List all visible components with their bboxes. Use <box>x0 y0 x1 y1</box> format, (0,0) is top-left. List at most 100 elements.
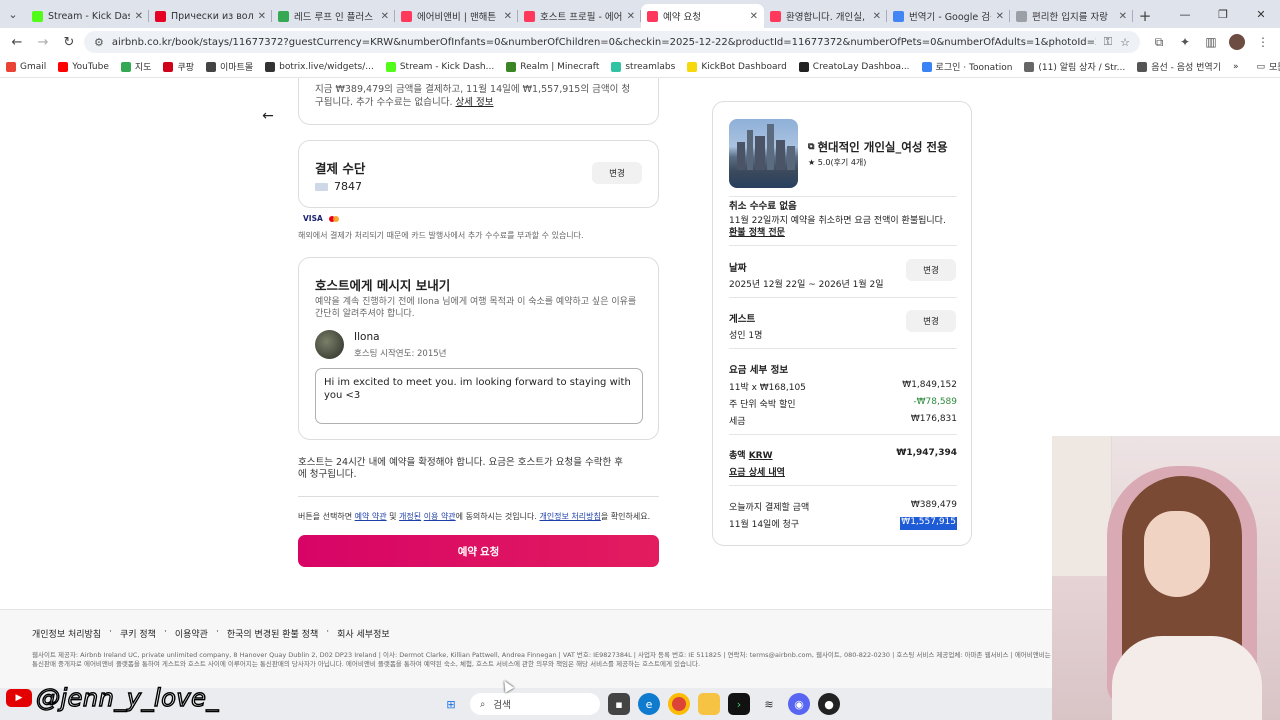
tab-close-icon[interactable]: ✕ <box>135 11 143 22</box>
bookmark-item[interactable]: streamlabs <box>611 60 675 73</box>
tab-close-icon[interactable]: ✕ <box>381 11 389 22</box>
message-host-title: 호스트에게 메시지 보내기 <box>315 278 451 293</box>
bookmark-item[interactable]: Stream - Kick Dash... <box>385 60 494 73</box>
edge-icon[interactable]: e <box>638 693 660 715</box>
request-to-book-button[interactable]: 예약 요청 <box>298 535 659 567</box>
divider <box>298 496 659 497</box>
toolbar: ← → ↻ ⚙ airbnb.co.kr/book/stays/11677372… <box>0 28 1280 56</box>
bookmark-item[interactable]: 지도 <box>120 60 151 73</box>
sidebar-icon[interactable]: ▥ <box>1200 31 1222 53</box>
puzzle-icon[interactable]: ✦ <box>1174 31 1196 53</box>
footer-link[interactable]: 쿠키 정책 <box>120 627 156 640</box>
all-bookmarks-folder[interactable]: ▭ 모든 북마크 <box>1257 60 1280 74</box>
host-avatar <box>315 330 344 359</box>
bookmark-favicon-icon <box>687 61 698 72</box>
tab-close-icon[interactable]: ✕ <box>873 11 881 22</box>
tab-search-icon[interactable]: ⌄ <box>0 0 26 28</box>
obs-icon[interactable]: ● <box>818 693 840 715</box>
browser-tab[interactable]: Прически из волос✕ <box>149 4 272 28</box>
address-bar[interactable]: ⚙ airbnb.co.kr/book/stays/11677372?guest… <box>84 31 1140 53</box>
foreign-fee-note: 해외에서 결제가 처리되기 때문에 카드 발행사에서 추가 수수료를 부과할 수… <box>298 231 584 240</box>
bookmark-star-icon[interactable]: ☆ <box>1120 36 1130 49</box>
message-textarea[interactable]: Hi im excited to meet you. im looking fo… <box>315 368 643 424</box>
details-link[interactable]: 상세 정보 <box>456 97 494 108</box>
cancel-title: 취소 수수료 없음 <box>729 201 797 212</box>
footer-link[interactable]: 한국의 변경된 환불 정책 <box>227 627 318 640</box>
minimize-icon[interactable]: — <box>1166 0 1204 28</box>
extension-icon[interactable]: ⧉ <box>1148 31 1170 53</box>
terms-of-service-link[interactable]: 이용 약관 <box>424 512 456 521</box>
tab-close-icon[interactable]: ✕ <box>258 11 266 22</box>
bookmark-item[interactable]: 음선 - 음성 번역기 <box>1137 60 1221 73</box>
file-icon[interactable]: ▪ <box>608 693 630 715</box>
pay-today-row: 오늘까지 결제할 금액 ₩389,479 <box>729 500 957 513</box>
privacy-policy-link[interactable]: 개인정보 처리방침 <box>539 512 600 521</box>
tab-close-icon[interactable]: ✕ <box>627 11 635 22</box>
folder-icon[interactable] <box>698 693 720 715</box>
back-icon[interactable]: ← <box>6 31 28 53</box>
bookmark-item[interactable]: CreatoLay Dashboa... <box>798 60 910 73</box>
site-info-icon[interactable]: ⚙ <box>94 36 104 49</box>
tab-close-icon[interactable]: ✕ <box>1119 11 1127 22</box>
chrome-icon[interactable] <box>668 693 690 715</box>
browser-tab[interactable]: 예약 요청 ✕ <box>641 4 764 28</box>
new-tab-button[interactable]: + <box>1133 4 1157 28</box>
browser-tab[interactable]: 편리한 입지를 자랑 ✕ <box>1010 4 1133 28</box>
taskbar-search[interactable]: ⌕ 검색 <box>470 693 600 715</box>
layers-icon[interactable]: ≋ <box>758 693 780 715</box>
browser-tab[interactable]: 에어비앤비 | 맨해튼 ✕ <box>395 4 518 28</box>
profile-avatar[interactable] <box>1226 31 1248 53</box>
tab-close-icon[interactable]: ✕ <box>750 11 758 22</box>
divider <box>729 485 957 486</box>
discord-icon[interactable]: ◉ <box>788 693 810 715</box>
guests-value: 성인 1명 <box>729 331 763 341</box>
bookmark-item[interactable]: Gmail <box>6 60 46 73</box>
bookmark-item[interactable]: 쿠팡 <box>163 60 194 73</box>
bookmark-item[interactable]: 이마트몰 <box>206 60 253 73</box>
browser-tab[interactable]: 번역기 - Google 검색 ✕ <box>887 4 1010 28</box>
bookmark-favicon-icon <box>611 61 622 72</box>
close-window-icon[interactable]: ✕ <box>1242 0 1280 28</box>
browser-tab[interactable]: 호스트 프로필 - 에어 ✕ <box>518 4 641 28</box>
back-arrow-icon[interactable]: ← <box>256 104 280 128</box>
booking-terms-link[interactable]: 예약 약관 <box>355 512 387 521</box>
reload-icon[interactable]: ↻ <box>58 31 80 53</box>
footer-fine-print: 웹사이트 제공자: Airbnb Ireland UC, private unl… <box>32 651 1051 668</box>
currency-link[interactable]: KRW <box>749 451 773 461</box>
browser-tab[interactable]: Stream - Kick Dashb✕ <box>26 4 149 28</box>
footer-link[interactable]: 회사 세부정보 <box>337 627 390 640</box>
more-bookmarks-icon[interactable]: » <box>1233 62 1239 72</box>
bookmark-item[interactable]: Realm | Minecraft <box>506 60 599 73</box>
change-payment-button[interactable]: 변경 <box>592 162 642 184</box>
menu-icon[interactable]: ⋮ <box>1252 31 1274 53</box>
divider <box>729 434 957 435</box>
browser-tab[interactable]: 레드 루프 인 플러스 ✕ <box>272 4 395 28</box>
bookmark-favicon-icon <box>58 61 69 72</box>
password-key-icon[interactable]: ⚿ <box>1104 35 1112 49</box>
payment-method-card: 결제 수단 7847 변경 <box>298 140 659 208</box>
footer-separator: · <box>215 627 219 637</box>
tab-favicon-icon <box>1016 10 1027 22</box>
price-breakdown-link[interactable]: 요금 상세 내역 <box>729 465 785 478</box>
tab-favicon-icon <box>893 10 904 22</box>
change-dates-button[interactable]: 변경 <box>906 259 956 281</box>
maximize-icon[interactable]: ❐ <box>1204 0 1242 28</box>
forward-icon[interactable]: → <box>32 31 54 53</box>
tab-close-icon[interactable]: ✕ <box>504 11 512 22</box>
revised-link[interactable]: 개정된 <box>399 512 421 521</box>
tab-close-icon[interactable]: ✕ <box>996 11 1004 22</box>
bookmark-item[interactable]: 로그인 · Toonation <box>921 60 1012 73</box>
bookmark-item[interactable]: (11) 알림 상자 / Str... <box>1024 60 1125 73</box>
footer-link[interactable]: 이용약관 <box>175 627 208 640</box>
browser-tab[interactable]: 환영합니다. 개인실, ✕ <box>764 4 887 28</box>
bookmark-item[interactable]: botrix.live/widgets/... <box>265 60 374 73</box>
payment-schedule-text: 지금 ₩389,479의 금액을 결제하고, 11월 14일에 ₩1,557,9… <box>315 84 631 108</box>
change-guests-button[interactable]: 변경 <box>906 310 956 332</box>
listing-photo[interactable] <box>729 119 798 188</box>
footer-link[interactable]: 개인정보 처리방침 <box>32 627 101 640</box>
windows-start-icon[interactable]: ⊞ <box>440 693 462 715</box>
refund-policy-link[interactable]: 환불 정책 전문 <box>729 225 785 238</box>
terminal-icon[interactable]: › <box>728 693 750 715</box>
bookmark-item[interactable]: KickBot Dashboard <box>687 60 787 73</box>
bookmark-item[interactable]: YouTube <box>58 60 109 73</box>
